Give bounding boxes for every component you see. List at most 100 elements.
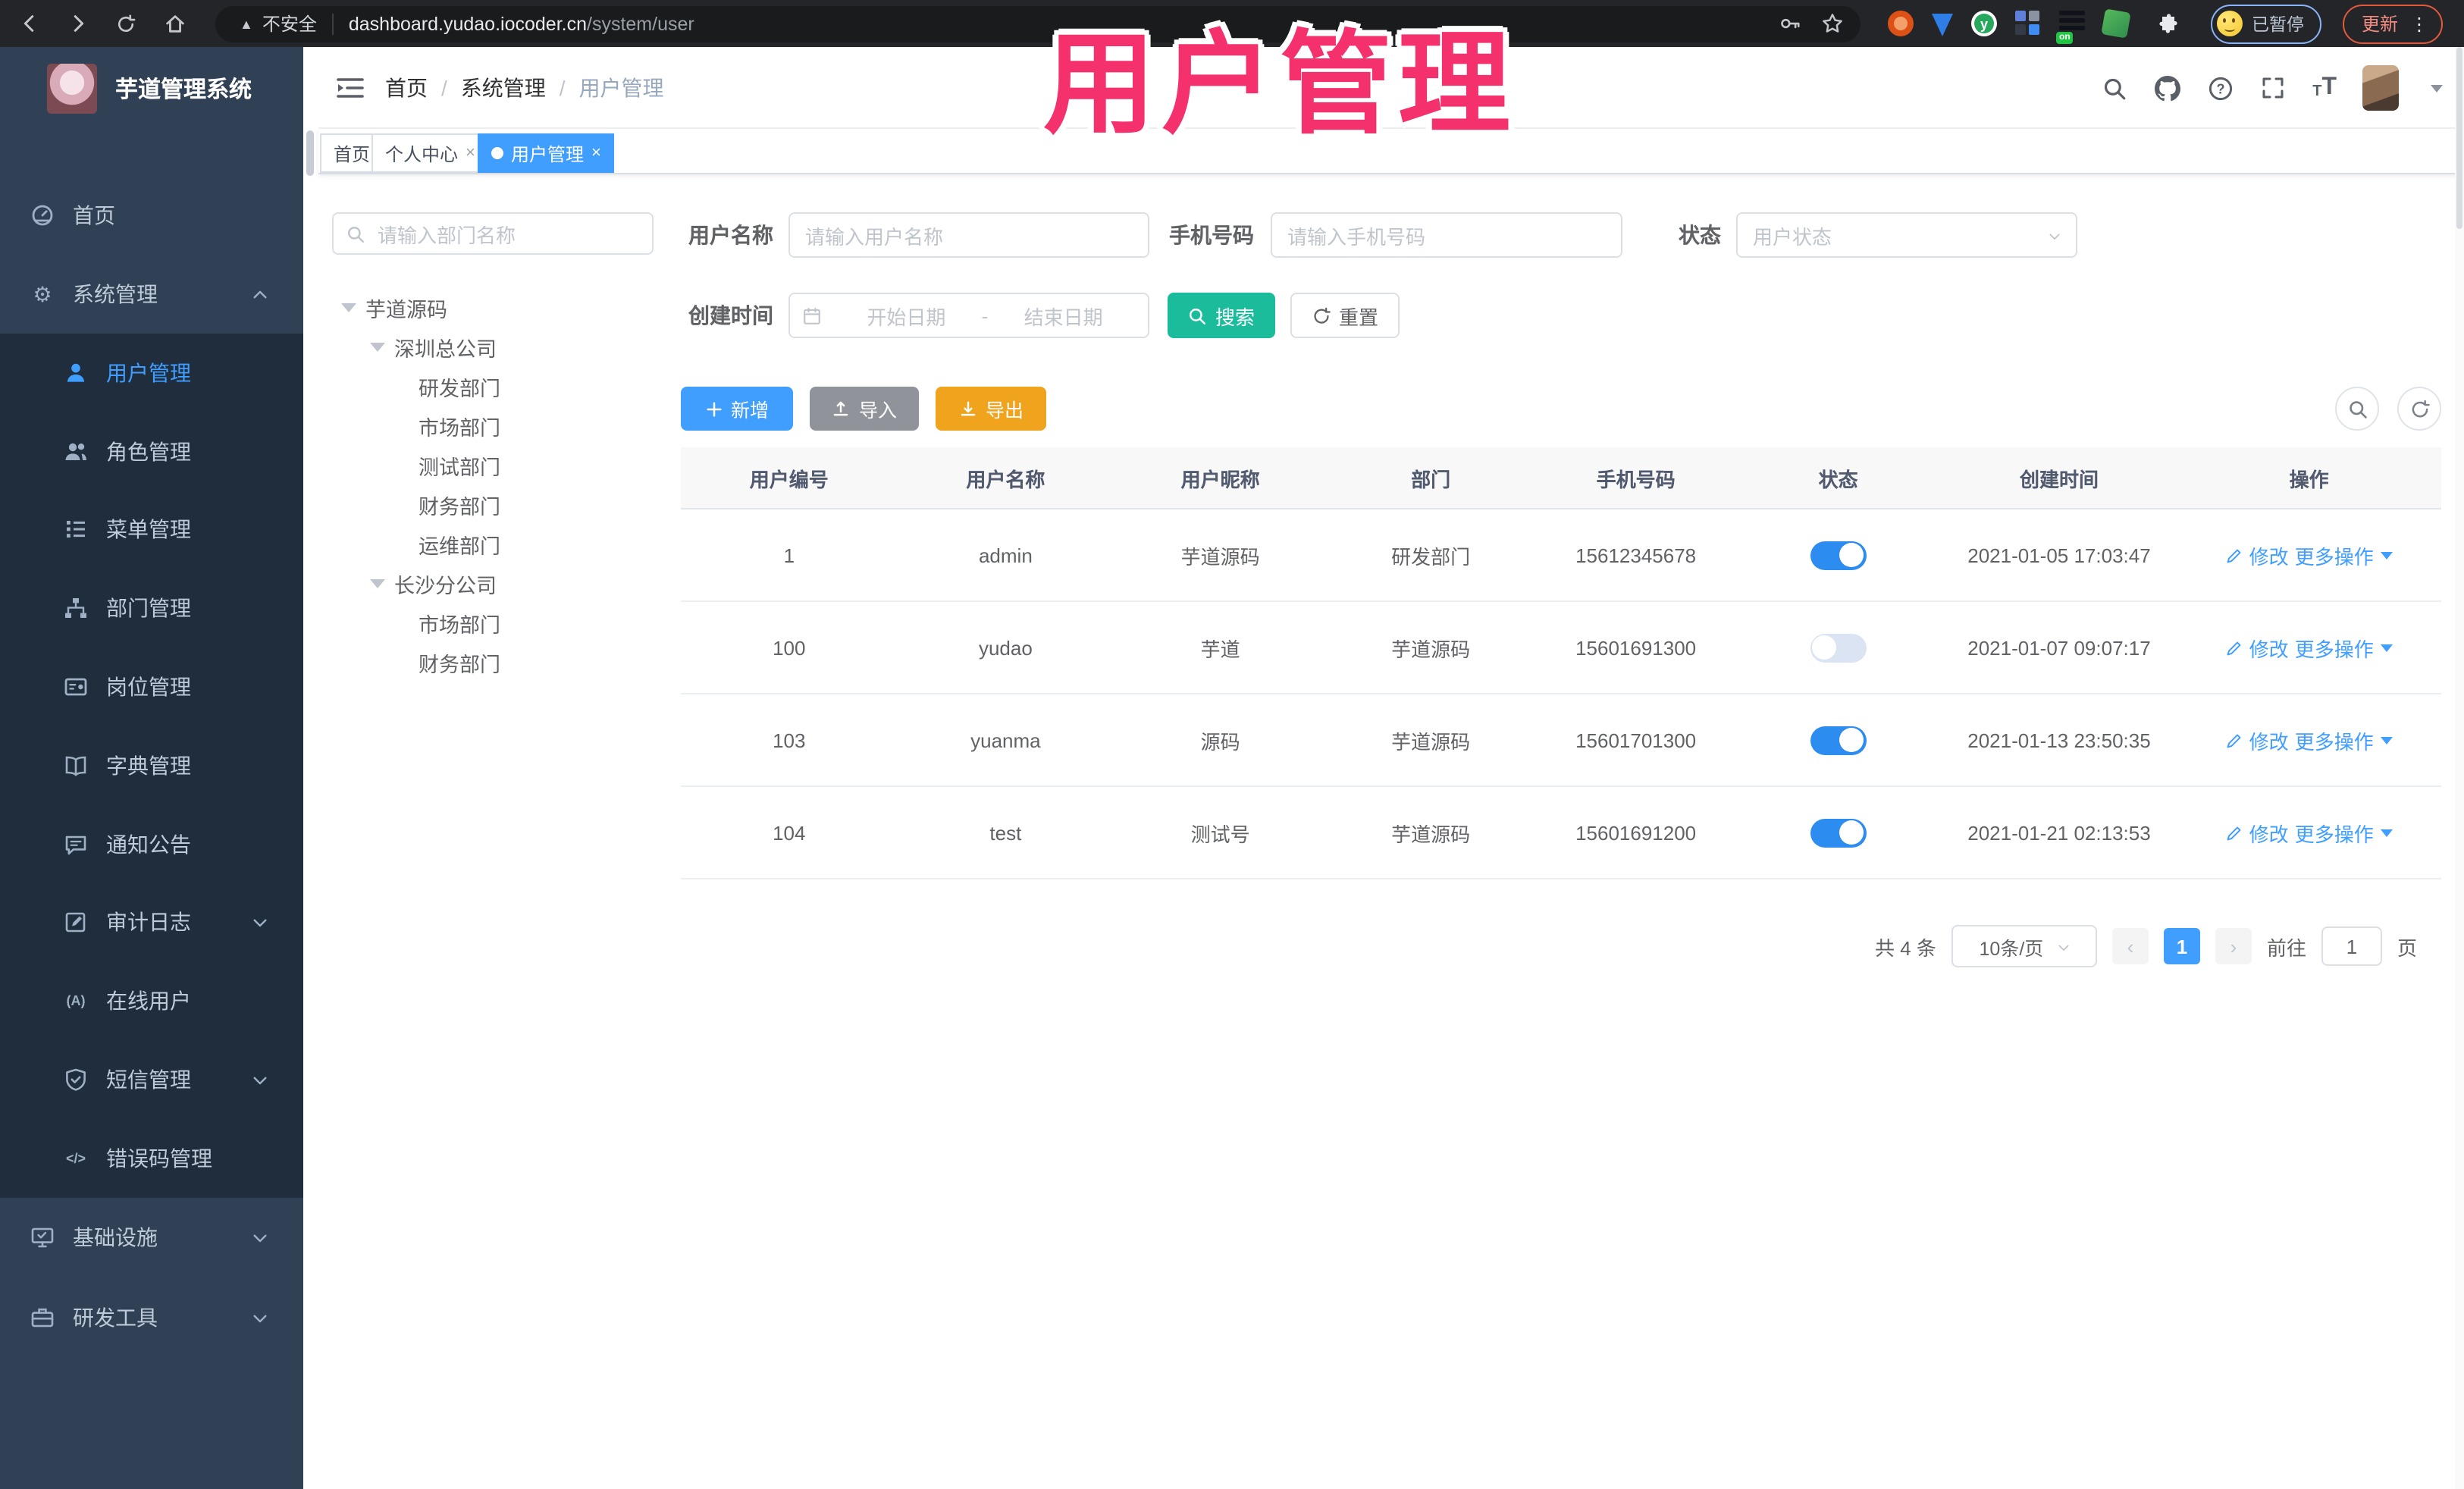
status-toggle[interactable] [1810,541,1867,569]
tab-profile[interactable]: 个人中心 × [371,133,489,173]
fullscreen-icon[interactable] [2259,74,2287,102]
username-input[interactable]: 请输入用户名称 [788,212,1149,258]
more-actions-button[interactable]: 更多操作 [2295,726,2393,754]
security-label[interactable]: 不安全 [262,11,317,36]
user-table: 用户编号 用户名称 用户昵称 部门 手机号码 状态 创建时间 操作 1 admi… [681,447,2441,879]
sidebar-item-user-mgmt[interactable]: 用户管理 [0,334,303,412]
reset-button[interactable]: 重置 [1290,293,1400,338]
page-size-select[interactable]: 10条/页 [1951,925,2097,967]
edit-button[interactable]: 修改 [2225,726,2289,754]
tree-node[interactable]: 财务部门 [332,643,658,682]
sidebar-item-audit-log[interactable]: 审计日志 [0,883,303,962]
tree-node[interactable]: 财务部门 [332,485,658,525]
sidebar-item-errcode-mgmt[interactable]: </> 错误码管理 [0,1119,303,1198]
sidebar-item-dept-mgmt[interactable]: 部门管理 [0,569,303,648]
breadcrumb-system[interactable]: 系统管理 [461,73,546,103]
caret-down-icon[interactable] [370,343,385,352]
tree-node[interactable]: 研发部门 [332,367,658,406]
tab-user-mgmt[interactable]: 用户管理 × [478,133,615,173]
caret-down-icon[interactable] [370,579,385,588]
breadcrumb: 首页 / 系统管理 / 用户管理 [385,47,664,129]
sidebar-item-devtools[interactable]: 研发工具 [0,1278,303,1357]
caret-down-icon[interactable] [341,303,356,312]
search-icon[interactable] [2100,74,2127,102]
extension-green-icon[interactable]: y [1971,11,1997,36]
search-button[interactable]: 搜索 [1168,293,1275,338]
edit-button[interactable]: 修改 [2225,633,2289,662]
goto-page-input[interactable]: 1 [2321,926,2382,966]
sidebar-item-sms-mgmt[interactable]: 短信管理 [0,1040,303,1119]
app-logo-row[interactable]: 芋道管理系统 [0,47,303,129]
sidebar-scrollbar-thumb[interactable] [306,130,314,176]
sidebar-item-infrastructure[interactable]: 基础设施 [0,1198,303,1277]
tree-node[interactable]: 深圳总公司 [332,328,658,367]
prev-page-button[interactable]: ‹ [2111,928,2149,964]
status-toggle[interactable] [1810,633,1867,662]
extension-adblock-icon[interactable]: on [2056,11,2085,44]
tree-node[interactable]: 长沙分公司 [332,564,658,603]
next-page-button[interactable]: › [2215,928,2252,964]
browser-menu-icon[interactable]: ⋮ [2410,13,2428,34]
browser-update-button[interactable]: 更新 ⋮ [2342,4,2443,43]
created-label: 创建时间 [688,303,773,328]
sidebar-item-home[interactable]: 首页 [0,176,303,255]
sidebar-item-online-users[interactable]: (A) 在线用户 [0,962,303,1041]
date-end-placeholder[interactable]: 结束日期 [991,301,1136,330]
close-icon[interactable]: × [591,144,601,162]
edit-button[interactable]: 修改 [2225,818,2289,847]
sidebar-item-post-mgmt[interactable]: 岗位管理 [0,647,303,726]
export-button[interactable]: 导出 [936,387,1046,431]
extension-blue-drop-icon[interactable] [1932,13,1953,36]
dept-search-input[interactable]: 请输入部门名称 [332,212,654,255]
date-range-input[interactable]: 开始日期 - 结束日期 [788,293,1149,338]
toggle-search-button[interactable] [2335,387,2379,431]
tree-node[interactable]: 市场部门 [332,406,658,446]
browser-forward-button[interactable] [58,4,97,43]
font-size-icon[interactable]: TT [2312,75,2337,100]
sidebar-item-menu-mgmt[interactable]: 菜单管理 [0,491,303,569]
user-avatar[interactable] [2362,65,2399,111]
status-select[interactable]: 用户状态 [1736,212,2077,258]
browser-home-button[interactable] [155,4,194,43]
more-actions-button[interactable]: 更多操作 [2295,633,2393,662]
browser-profile-chip[interactable]: 已暂停 [2211,4,2321,43]
sidebar-scrollbar[interactable] [303,47,318,1489]
password-key-icon[interactable] [1776,4,1803,43]
add-button[interactable]: 新增 [681,387,793,431]
import-button[interactable]: 导入 [810,387,919,431]
window-scrollbar[interactable] [2455,47,2464,1489]
extension-grid-icon[interactable] [2015,11,2041,36]
extension-green-pen-icon[interactable] [2101,8,2131,39]
refresh-button[interactable] [2397,387,2441,431]
more-actions-button[interactable]: 更多操作 [2295,541,2393,569]
close-icon[interactable]: × [466,144,475,162]
sidebar-item-dict-mgmt[interactable]: 字典管理 [0,726,303,805]
tree-node[interactable]: 芋道源码 [332,288,658,328]
bookmark-star-icon[interactable] [1818,4,1845,43]
more-actions-button[interactable]: 更多操作 [2295,818,2393,847]
date-start-placeholder[interactable]: 开始日期 [834,301,979,330]
help-icon[interactable] [2206,74,2234,102]
breadcrumb-home[interactable]: 首页 [385,73,428,103]
sidebar-item-role-mgmt[interactable]: 角色管理 [0,412,303,491]
sidebar-item-notice[interactable]: 通知公告 [0,805,303,884]
extension-orange-icon[interactable] [1888,11,1914,36]
browser-back-button[interactable] [9,4,49,43]
sidebar-item-system[interactable]: ⚙ 系统管理 [0,255,303,334]
current-page-button[interactable]: 1 [2163,928,2200,964]
window-scrollbar-thumb[interactable] [2456,47,2462,229]
pagination: 共 4 条 10条/页 ‹ 1 › 前往 1 页 [681,925,2417,967]
browser-reload-button[interactable] [106,4,146,43]
sidebar-collapse-icon[interactable] [335,73,365,103]
tree-node[interactable]: 运维部门 [332,525,658,564]
extensions-puzzle-icon[interactable] [2147,4,2187,43]
tree-node[interactable]: 市场部门 [332,603,658,643]
avatar-caret-down-icon[interactable] [2431,84,2443,92]
edit-button[interactable]: 修改 [2225,541,2289,569]
status-toggle[interactable] [1810,818,1867,847]
tree-node[interactable]: 测试部门 [332,446,658,485]
status-toggle[interactable] [1810,726,1867,754]
address-bar[interactable]: ▲ 不安全 dashboard.yudao.iocoder.cn /system… [215,5,1861,42]
mobile-input[interactable]: 请输入手机号码 [1271,212,1622,258]
github-icon[interactable] [2153,74,2180,102]
